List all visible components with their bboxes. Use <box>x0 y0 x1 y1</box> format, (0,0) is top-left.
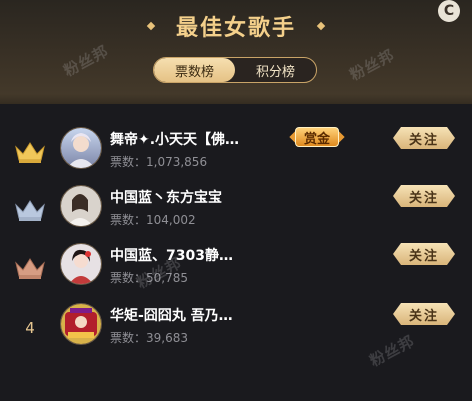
page-title: 最佳女歌手 <box>175 16 296 41</box>
crown-bronze-icon <box>14 254 46 282</box>
crown-silver-icon <box>14 196 46 224</box>
diamond-icon <box>146 21 156 31</box>
avatar[interactable] <box>60 243 102 285</box>
reward-badge: 赏金 <box>289 126 345 148</box>
ranking-tabs: 票数榜 积分榜 <box>153 57 317 83</box>
tab-votes[interactable]: 票数榜 <box>154 58 235 82</box>
follow-button[interactable]: 关注 <box>393 127 455 149</box>
follow-button[interactable]: 关注 <box>393 243 455 265</box>
crown-gold-icon <box>14 138 46 166</box>
follow-button[interactable]: 关注 <box>393 185 455 207</box>
ranking-row: 舞帝✦.小天天【佛… 票数：1,073,856 赏金 关注 <box>0 124 472 184</box>
ranking-row: 中国蓝、7303静… 票数：50,785 关注 <box>0 240 472 300</box>
reward-label: 赏金 <box>295 127 339 147</box>
vote-count: 票数：1,073,856 <box>110 155 208 169</box>
avatar[interactable] <box>60 185 102 227</box>
tab-points[interactable]: 积分榜 <box>235 58 316 82</box>
avatar[interactable] <box>60 303 102 345</box>
follow-button[interactable]: 关注 <box>393 303 455 325</box>
ranking-row: 中国蓝丶东方宝宝 票数：104,002 关注 <box>0 182 472 242</box>
rank-number-text: 4 <box>25 319 35 337</box>
vote-count: 票数：39,683 <box>110 331 188 345</box>
rank-number: 4 <box>14 314 46 342</box>
refresh-c-icon[interactable]: C <box>438 0 460 22</box>
singer-name[interactable]: 中国蓝丶东方宝宝 <box>110 187 222 207</box>
header: 最佳女歌手 C 票数榜 积分榜 粉丝邦 粉丝邦 <box>0 0 472 104</box>
diamond-icon <box>316 21 326 31</box>
avatar[interactable] <box>60 127 102 169</box>
watermark-text: 粉丝邦 <box>60 41 112 81</box>
title-row: 最佳女歌手 <box>0 9 472 43</box>
watermark-text: 粉丝邦 <box>346 45 398 85</box>
singer-name[interactable]: 华矩-囧囧丸 吾乃… <box>110 305 233 325</box>
singer-name[interactable]: 舞帝✦.小天天【佛… <box>110 129 239 149</box>
vote-count: 票数：104,002 <box>110 213 196 227</box>
